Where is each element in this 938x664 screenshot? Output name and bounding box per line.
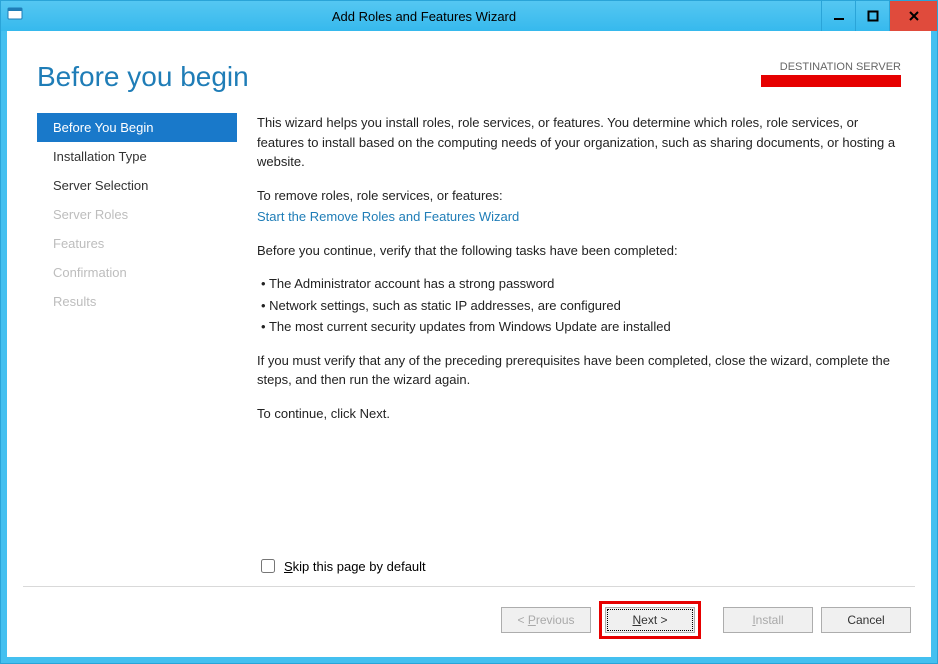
wizard-nav: Before You Begin Installation Type Serve… xyxy=(37,113,237,556)
window-controls xyxy=(821,1,937,31)
nav-features: Features xyxy=(37,229,237,258)
nav-confirmation: Confirmation xyxy=(37,258,237,287)
prerequisite-item: The Administrator account has a strong p… xyxy=(261,274,901,294)
nav-server-selection[interactable]: Server Selection xyxy=(37,171,237,200)
minimize-button[interactable] xyxy=(821,1,855,31)
button-row: < Previous Next > Install Cancel xyxy=(7,587,931,657)
nav-before-you-begin[interactable]: Before You Begin xyxy=(37,113,237,142)
destination-server-block: DESTINATION SERVER xyxy=(761,61,901,87)
prerequisite-item: The most current security updates from W… xyxy=(261,317,901,337)
install-button: Install xyxy=(723,607,813,633)
must-verify-text: If you must verify that any of the prece… xyxy=(257,351,901,390)
prerequisite-item: Network settings, such as static IP addr… xyxy=(261,296,901,316)
maximize-button[interactable] xyxy=(855,1,889,31)
nav-server-roles: Server Roles xyxy=(37,200,237,229)
body: Before You Begin Installation Type Serve… xyxy=(7,93,931,556)
previous-button: < Previous xyxy=(501,607,591,633)
remove-wizard-link[interactable]: Start the Remove Roles and Features Wiza… xyxy=(257,209,519,224)
window-title: Add Roles and Features Wizard xyxy=(27,9,821,24)
cancel-button[interactable]: Cancel xyxy=(821,607,911,633)
app-icon xyxy=(7,6,27,26)
intro-text: This wizard helps you install roles, rol… xyxy=(257,113,901,172)
next-button[interactable]: Next > xyxy=(605,607,695,633)
remove-heading: To remove roles, role services, or featu… xyxy=(257,186,901,206)
skip-row: Skip this page by default xyxy=(7,556,931,586)
next-button-highlight: Next > xyxy=(599,601,701,639)
nav-installation-type[interactable]: Installation Type xyxy=(37,142,237,171)
verify-heading: Before you continue, verify that the fol… xyxy=(257,241,901,261)
titlebar: Add Roles and Features Wizard xyxy=(1,1,937,31)
close-button[interactable] xyxy=(889,1,937,31)
content-pane: This wizard helps you install roles, rol… xyxy=(237,113,901,556)
skip-label[interactable]: Skip this page by default xyxy=(284,559,426,574)
continue-text: To continue, click Next. xyxy=(257,404,901,424)
page-title: Before you begin xyxy=(37,61,249,93)
window-body: Before you begin DESTINATION SERVER Befo… xyxy=(1,31,937,663)
nav-results: Results xyxy=(37,287,237,316)
header: Before you begin DESTINATION SERVER xyxy=(7,31,931,93)
skip-checkbox[interactable] xyxy=(261,559,275,573)
destination-server-label: DESTINATION SERVER xyxy=(761,61,901,73)
destination-server-name-redacted xyxy=(761,75,901,87)
wizard-window: Add Roles and Features Wizard Before you… xyxy=(0,0,938,664)
prerequisite-list: The Administrator account has a strong p… xyxy=(257,274,901,337)
